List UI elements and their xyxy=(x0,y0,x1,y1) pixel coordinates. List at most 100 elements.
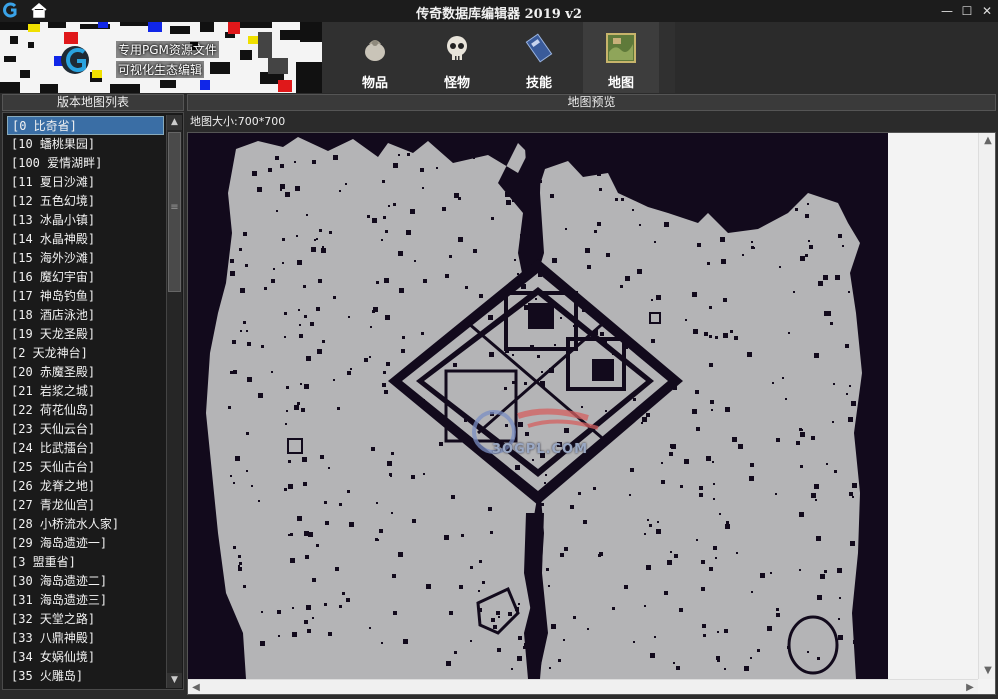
map-debris-dot xyxy=(325,521,329,525)
map-list-item[interactable]: [12 五色幻境] xyxy=(7,192,164,211)
map-debris-dot xyxy=(814,353,819,358)
scroll-down-arrow-icon[interactable]: ▼ xyxy=(167,673,182,688)
map-list[interactable]: [0 比奇省] [10 蟠桃果园] [100 爱情湖畔] [11 夏日沙滩] [12 五… xyxy=(2,112,184,690)
map-debris-dot xyxy=(600,332,604,336)
map-list-item[interactable]: [26 龙脊之地] xyxy=(7,477,164,496)
map-debris-dot xyxy=(669,452,673,456)
map-debris-dot xyxy=(544,482,546,484)
map-list-item[interactable]: [27 青龙仙宫] xyxy=(7,496,164,515)
map-debris-dot xyxy=(751,241,753,243)
map-list-item[interactable]: [18 酒店泳池] xyxy=(7,306,164,325)
skills-tab-button[interactable]: 技能 xyxy=(501,22,577,93)
items-tab-button[interactable]: 物品 xyxy=(337,22,413,93)
scroll-right-arrow-icon[interactable]: ▶ xyxy=(962,680,978,694)
monsters-tab-button[interactable]: 怪物 xyxy=(419,22,495,93)
map-debris-dot xyxy=(561,291,564,294)
map-list-item[interactable]: [23 天仙云台] xyxy=(7,420,164,439)
map-debris-dot xyxy=(724,668,726,670)
map-list-item[interactable]: [2 天龙神台] xyxy=(7,344,164,363)
map-debris-dot xyxy=(339,605,342,608)
scroll-up-arrow-icon[interactable]: ▲ xyxy=(167,115,182,130)
map-debris-dot xyxy=(533,207,536,210)
map-debris-dot xyxy=(346,598,350,602)
map-list-item[interactable]: [20 赤魔圣殿] xyxy=(7,363,164,382)
map-debris-dot xyxy=(387,461,392,466)
map-list-item[interactable]: [100 爱情湖畔] xyxy=(7,154,164,173)
minimize-button[interactable]: — xyxy=(937,2,957,20)
map-debris-dot xyxy=(639,224,641,226)
map-list-item[interactable]: [0 比奇省] xyxy=(7,116,164,135)
map-debris-dot xyxy=(549,159,552,162)
map-debris-dot xyxy=(724,629,728,633)
map-debris-dot xyxy=(644,605,646,607)
map-debris-dot xyxy=(709,567,713,571)
map-debris-dot xyxy=(776,613,780,617)
map-debris-dot xyxy=(385,230,388,233)
map-debris-dot xyxy=(458,197,461,200)
map-debris-dot xyxy=(852,496,854,498)
map-list-item[interactable]: [31 海岛遗迹三] xyxy=(7,591,164,610)
map-list-item[interactable]: [11 夏日沙滩] xyxy=(7,173,164,192)
map-debris-dot xyxy=(679,608,683,612)
map-debris-dot xyxy=(621,198,624,201)
map-list-item[interactable]: [13 冰晶小镇] xyxy=(7,211,164,230)
map-list-item[interactable]: [32 天堂之路] xyxy=(7,610,164,629)
map-list-item[interactable]: [19 天龙圣殿] xyxy=(7,325,164,344)
map-list-item[interactable]: [25 天仙古台] xyxy=(7,458,164,477)
map-debris-dot xyxy=(624,585,628,589)
scroll-left-arrow-icon[interactable]: ◀ xyxy=(188,680,204,694)
map-list-item[interactable]: [34 女娲仙境] xyxy=(7,648,164,667)
map-list-item[interactable]: [28 小桥流水人家] xyxy=(7,515,164,534)
map-debris-dot xyxy=(664,591,668,595)
map-debris-dot xyxy=(629,494,631,496)
map-debris-dot xyxy=(654,241,656,243)
map-debris-dot xyxy=(818,281,823,286)
preview-vertical-scrollbar[interactable]: ▲ ▼ xyxy=(978,133,995,679)
map-debris-dot xyxy=(312,160,316,164)
map-debris-dot xyxy=(811,493,816,498)
main-toolbar: 物品 怪物 技能 地图 xyxy=(322,22,675,93)
map-debris-dot xyxy=(388,205,390,207)
map-list-item[interactable]: [10 蟠桃果园] xyxy=(7,135,164,154)
map-debris-dot xyxy=(381,239,383,241)
map-list-item[interactable]: [17 神岛钓鱼] xyxy=(7,287,164,306)
map-debris-dot xyxy=(384,278,389,283)
map-debris-dot xyxy=(451,495,455,499)
map-list-item[interactable]: [3 盟重省] xyxy=(7,553,164,572)
map-list-item[interactable]: [16 魔幻宇宙] xyxy=(7,268,164,287)
scrollbar-thumb[interactable]: ≡ xyxy=(168,132,181,292)
map-debris-dot xyxy=(820,574,825,579)
map-list-scrollbar[interactable]: ▲ ≡ ▼ xyxy=(166,115,182,688)
map-debris-dot xyxy=(401,349,405,353)
map-debris-dot xyxy=(243,232,247,236)
map-debris-dot xyxy=(294,405,299,410)
map-debris-dot xyxy=(750,657,752,659)
map-debris-dot xyxy=(615,434,617,436)
map-debris-dot xyxy=(719,185,721,187)
map-list-item[interactable]: [15 海外沙滩] xyxy=(7,249,164,268)
map-list-item[interactable]: [22 荷花仙岛] xyxy=(7,401,164,420)
map-debris-dot xyxy=(407,153,410,156)
map-debris-dot xyxy=(524,305,529,310)
map-list-item[interactable]: [14 水晶神殿] xyxy=(7,230,164,249)
map-list-item[interactable]: [30 海岛遗迹二] xyxy=(7,572,164,591)
map-tab-button[interactable]: 地图 xyxy=(583,22,659,93)
map-preview-area[interactable]: 3OGPL.COM ▲ ▼ ◀ ▶ xyxy=(187,132,996,695)
scroll-up-arrow-icon[interactable]: ▲ xyxy=(980,133,995,149)
map-debris-dot xyxy=(666,167,669,170)
map-debris-dot xyxy=(625,276,630,281)
map-debris-dot xyxy=(723,333,728,338)
map-list-item[interactable]: [35 火雕岛] xyxy=(7,667,164,686)
scroll-down-arrow-icon[interactable]: ▼ xyxy=(980,663,995,679)
map-list-item[interactable]: [29 海岛遗迹一] xyxy=(7,534,164,553)
map-debris-dot xyxy=(721,259,726,264)
preview-horizontal-scrollbar[interactable]: ◀ ▶ xyxy=(188,679,978,694)
maximize-button[interactable]: ☐ xyxy=(957,2,977,20)
map-debris-dot xyxy=(333,379,335,381)
map-list-item[interactable]: [24 比武擂台] xyxy=(7,439,164,458)
map-debris-dot xyxy=(564,547,568,551)
map-list-item[interactable]: [21 岩浆之城] xyxy=(7,382,164,401)
map-debris-dot xyxy=(347,371,351,375)
map-list-item[interactable]: [33 八鼎神殿] xyxy=(7,629,164,648)
close-button[interactable]: ✕ xyxy=(977,2,997,20)
